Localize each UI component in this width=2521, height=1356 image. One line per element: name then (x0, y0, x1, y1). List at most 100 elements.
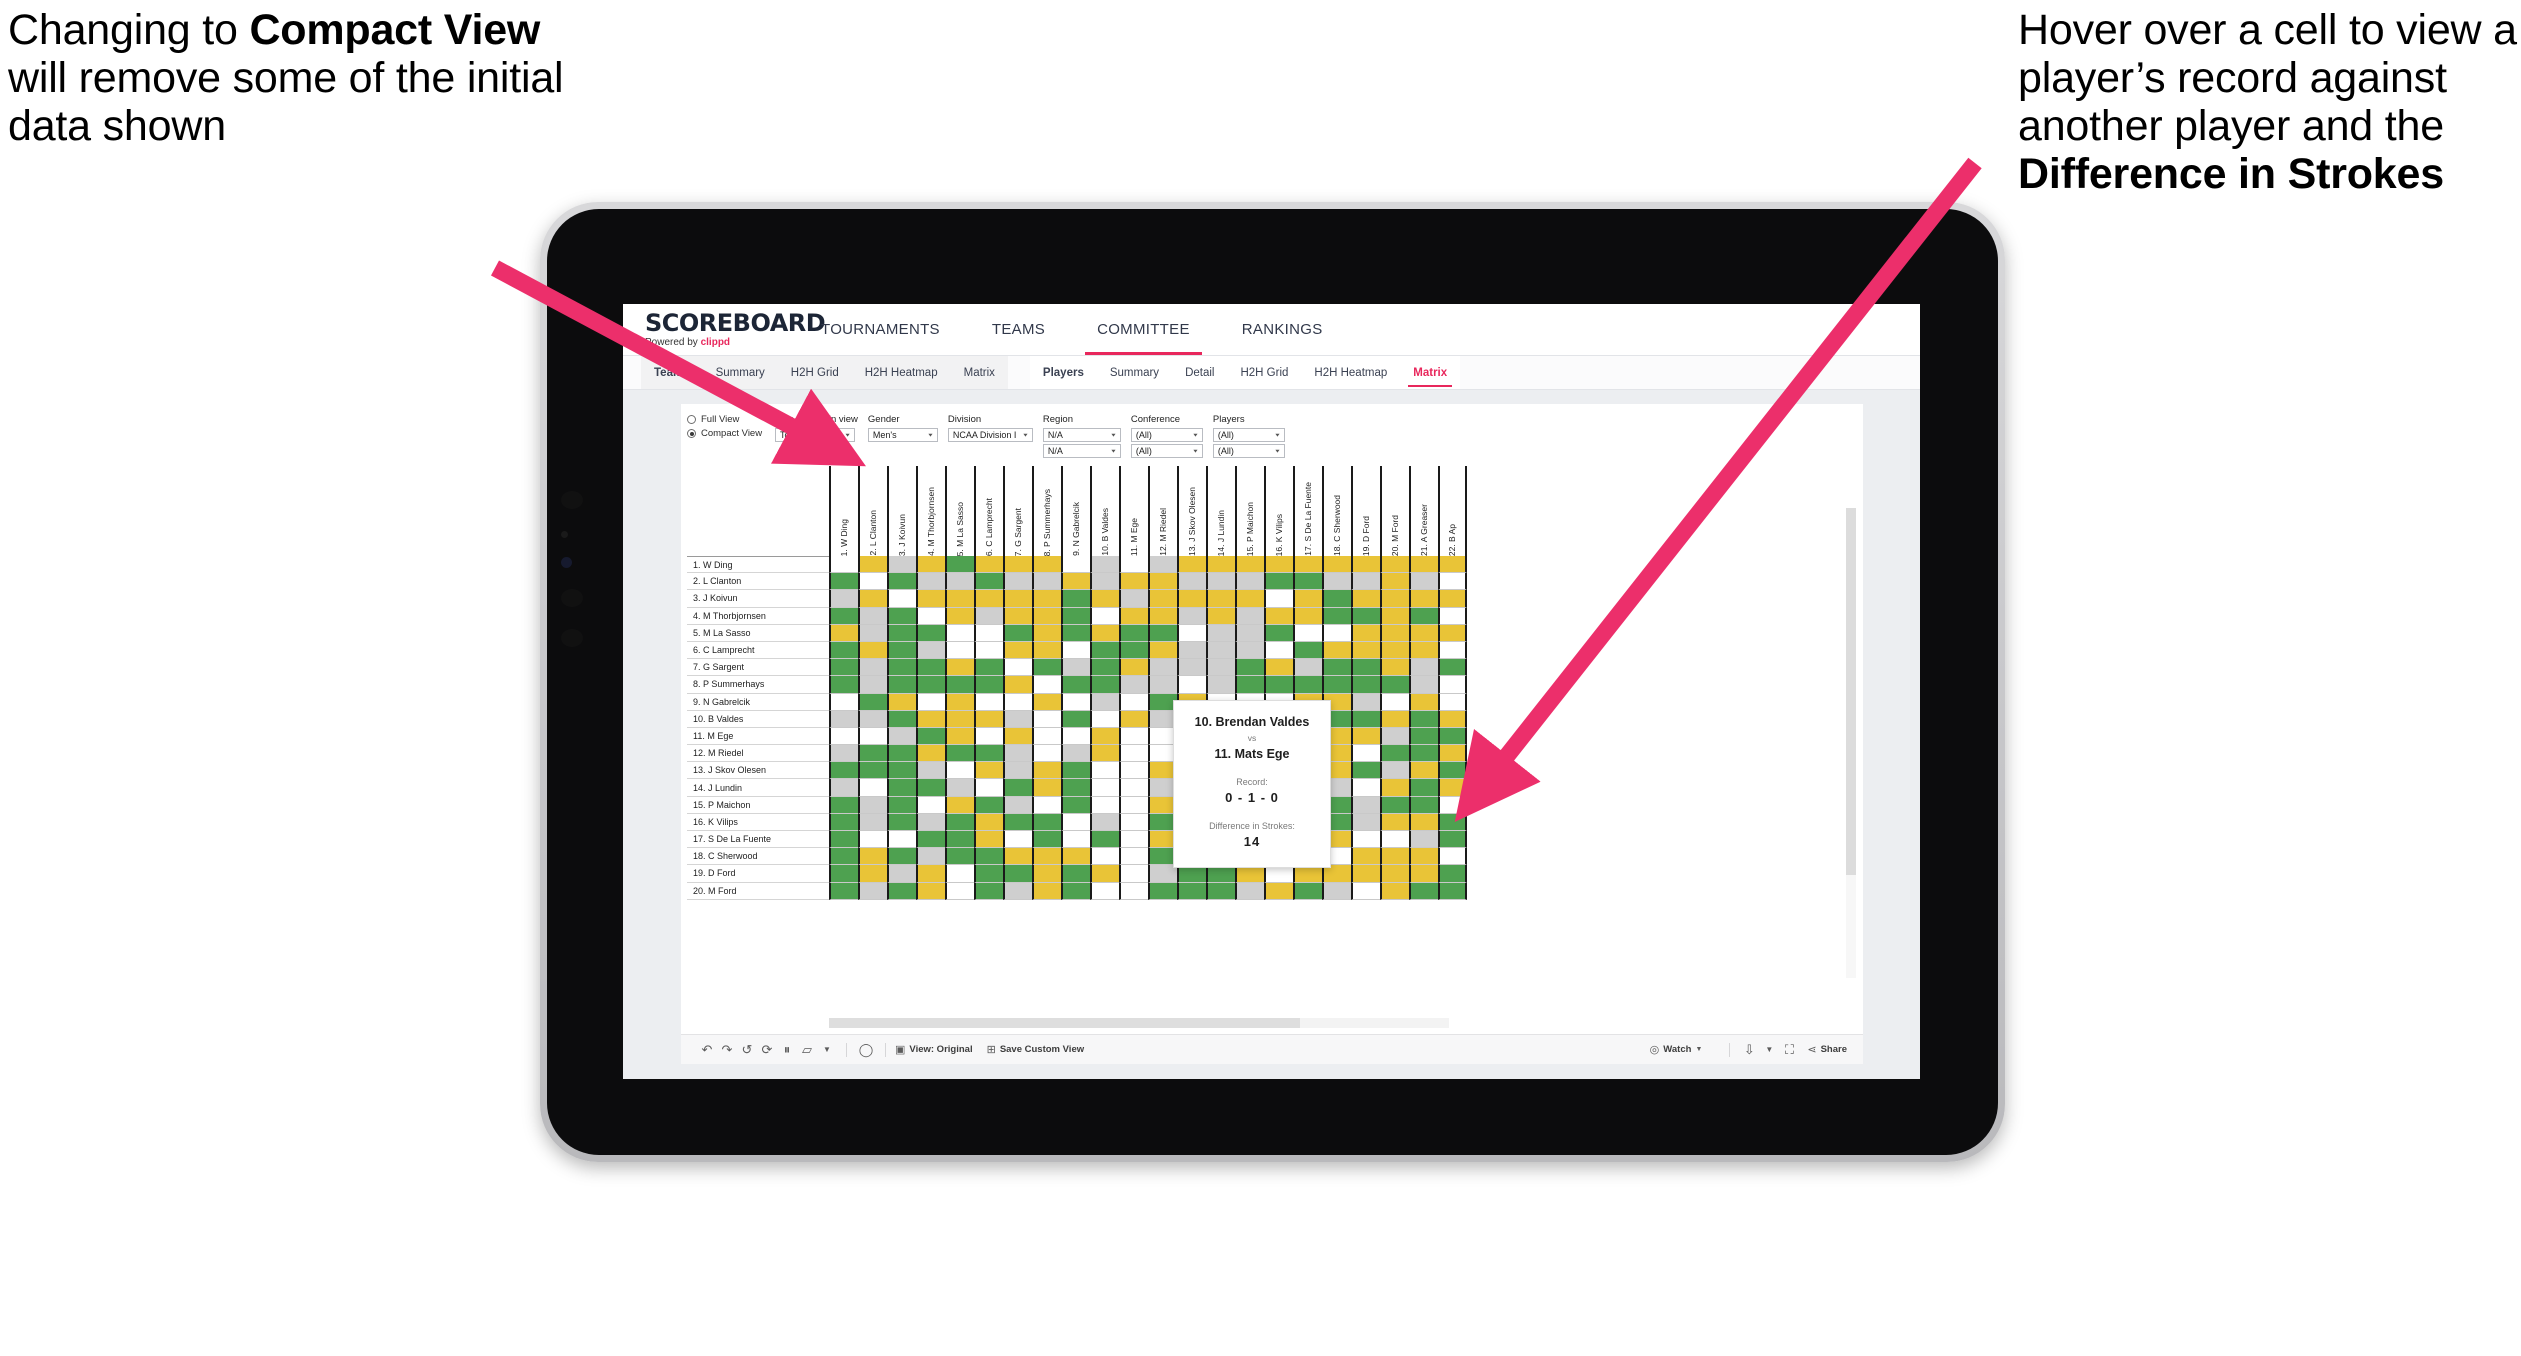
matrix-cell[interactable] (1380, 745, 1409, 763)
matrix-cell[interactable] (887, 624, 916, 642)
matrix-cell[interactable] (1351, 659, 1380, 677)
matrix-cell[interactable] (1438, 831, 1467, 849)
matrix-cell[interactable] (887, 762, 916, 780)
matrix-cell[interactable] (1409, 590, 1438, 608)
pause-icon[interactable]: ⏸ (777, 1042, 797, 1058)
matrix-cell[interactable] (1003, 779, 1032, 797)
matrix-cell[interactable] (887, 727, 916, 746)
radio-full-view-icon[interactable] (687, 415, 696, 424)
matrix-cell[interactable] (974, 624, 1003, 642)
redo-icon[interactable]: ↷ (717, 1042, 737, 1058)
matrix-cell[interactable] (1380, 727, 1409, 746)
matrix-cell[interactable] (858, 865, 887, 883)
matrix-cell[interactable] (1351, 573, 1380, 591)
matrix-cell[interactable] (858, 762, 887, 780)
matrix-cell[interactable] (1090, 745, 1119, 763)
matrix-cell[interactable] (1032, 676, 1061, 694)
matrix-cell[interactable] (1409, 573, 1438, 591)
matrix-cell[interactable] (916, 556, 945, 574)
matrix-cell[interactable] (887, 813, 916, 831)
matrix-cell[interactable] (1032, 641, 1061, 660)
matrix-cell[interactable] (916, 762, 945, 780)
matrix-cell[interactable] (1351, 831, 1380, 849)
nav-tournaments[interactable]: TOURNAMENTS (795, 304, 966, 355)
matrix-cell[interactable] (1119, 865, 1148, 883)
matrix-cell[interactable] (1061, 607, 1090, 625)
matrix-cell[interactable] (1003, 693, 1032, 711)
matrix-cell[interactable] (1119, 659, 1148, 677)
matrix-cell[interactable] (974, 556, 1003, 574)
matrix-cell[interactable] (974, 710, 1003, 728)
matrix-cell[interactable] (1322, 590, 1351, 608)
matrix-cell[interactable] (945, 624, 974, 642)
matrix-cell[interactable] (1061, 659, 1090, 677)
matrix-cell[interactable] (858, 882, 887, 900)
matrix-cell[interactable] (887, 573, 916, 591)
matrix-cell[interactable] (1148, 624, 1177, 642)
refresh-icon[interactable]: ⟳ (757, 1042, 777, 1058)
matrix-cell[interactable] (1206, 676, 1235, 694)
matrix-cell[interactable] (858, 607, 887, 625)
app-logo[interactable]: SCOREBOARD Powered by clippd (645, 311, 826, 348)
filter-region-select-2[interactable]: N/A ▼ (1042, 444, 1121, 458)
matrix-cell[interactable] (1061, 848, 1090, 866)
fullscreen-icon[interactable]: ⛶ (1779, 1042, 1799, 1058)
matrix-cell[interactable] (1090, 556, 1119, 574)
matrix-cell[interactable] (1061, 590, 1090, 608)
matrix-cell[interactable] (858, 573, 887, 591)
matrix-cell[interactable] (945, 590, 974, 608)
matrix-cell[interactable] (1148, 573, 1177, 591)
matrix-cell[interactable] (1264, 624, 1293, 642)
matrix-cell[interactable] (887, 710, 916, 728)
matrix-cell[interactable] (1177, 641, 1206, 660)
undo-icon[interactable]: ↶ (697, 1042, 717, 1058)
matrix-cell[interactable] (916, 831, 945, 849)
subnav-players-h2h-grid[interactable]: H2H Grid (1227, 356, 1301, 389)
matrix-cell[interactable] (829, 676, 858, 694)
matrix-cell[interactable] (1380, 882, 1409, 900)
matrix-cell[interactable] (1090, 607, 1119, 625)
matrix-cell[interactable] (1351, 813, 1380, 831)
matrix-cell[interactable] (1119, 556, 1148, 574)
subnav-teams-summary[interactable]: Summary (703, 356, 778, 389)
matrix-cell[interactable] (1119, 607, 1148, 625)
matrix-cell[interactable] (1119, 590, 1148, 608)
matrix-cell[interactable] (1032, 779, 1061, 797)
matrix-cell[interactable] (1119, 779, 1148, 797)
matrix-cell[interactable] (1003, 813, 1032, 831)
matrix-cell[interactable] (1322, 882, 1351, 900)
matrix-cell[interactable] (1322, 573, 1351, 591)
matrix-cell[interactable] (1264, 641, 1293, 660)
matrix-cell[interactable] (1351, 727, 1380, 746)
matrix-cell[interactable] (1409, 745, 1438, 763)
matrix-cell[interactable] (1351, 796, 1380, 814)
matrix-cell[interactable] (1032, 727, 1061, 746)
matrix-cell[interactable] (1438, 676, 1467, 694)
matrix-cell[interactable] (1235, 882, 1264, 900)
matrix-cell[interactable] (1351, 779, 1380, 797)
matrix-cell[interactable] (1119, 796, 1148, 814)
matrix-cell[interactable] (1293, 676, 1322, 694)
matrix-cell[interactable] (974, 590, 1003, 608)
matrix-cell[interactable] (1351, 762, 1380, 780)
matrix-cell[interactable] (1438, 556, 1467, 574)
highlight-icon[interactable]: ▱ (797, 1042, 817, 1058)
matrix-cell[interactable] (1380, 848, 1409, 866)
matrix-cell[interactable] (1206, 659, 1235, 677)
matrix-cell[interactable] (829, 745, 858, 763)
matrix-cell[interactable] (974, 762, 1003, 780)
matrix-cell[interactable] (1351, 848, 1380, 866)
matrix-cell[interactable] (1032, 848, 1061, 866)
matrix-cell[interactable] (1409, 727, 1438, 746)
matrix-cell[interactable] (945, 659, 974, 677)
matrix-cell[interactable] (858, 624, 887, 642)
matrix-cell[interactable] (1090, 676, 1119, 694)
radio-full-view[interactable]: Full View (687, 414, 765, 425)
matrix-cell[interactable] (1206, 882, 1235, 900)
matrix-cell[interactable] (1293, 624, 1322, 642)
matrix-cell[interactable] (1003, 556, 1032, 574)
matrix-cell[interactable] (1293, 607, 1322, 625)
matrix-cell[interactable] (829, 573, 858, 591)
filter-max-players-select[interactable]: Top 25 ▼ (775, 428, 855, 442)
matrix-cell[interactable] (1032, 607, 1061, 625)
